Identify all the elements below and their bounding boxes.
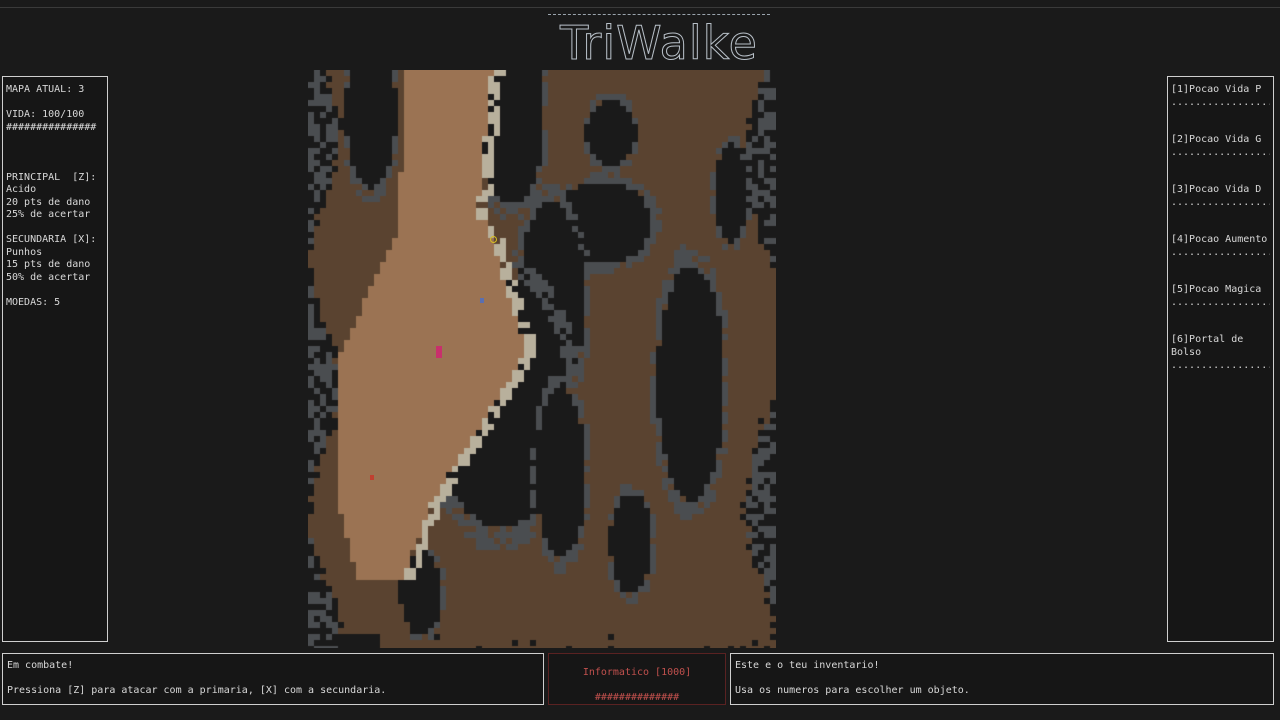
inventory-item-label: [2]Pocao Vida G [1171,134,1262,145]
inventory-help-text: Usa os numeros para escolher um objeto. [735,685,970,696]
primary-weapon-hit-chance: 25% de acertar [6,209,91,220]
inventory-item-label: [5]Pocao Magica [1171,284,1262,295]
combat-instructions-text: Pressiona [Z] para atacar com a primaria… [7,685,387,696]
dot-leader: ................. [1171,97,1270,108]
inventory-item-label: [6]Portal de Bolso [1171,334,1244,358]
game-map [308,70,776,651]
combat-status-text: Em combate! [7,660,74,671]
dot-leader: ................. [1171,297,1270,308]
inventory-item-label: [1]Pocao Vida P [1171,84,1262,95]
inventory-item-label: [3]Pocao Vida D [1171,184,1262,195]
dot-leader: ................. [1171,247,1270,258]
enemy-name: Informatico [1000] [582,667,692,678]
map-terrain [308,70,776,648]
enemy-hp-bar: ############## [594,692,680,703]
coin-icon [490,236,497,243]
inventory-panel: [1]Pocao Vida P .................X0 [2]P… [1167,76,1274,642]
inventory-item[interactable]: [1]Pocao Vida P .................X0 [1171,83,1270,133]
inventory-item[interactable]: [6]Portal de Bolso .................X0 [1171,333,1270,383]
life-bar: ############### [6,121,97,133]
dot-leader: ................. [1171,147,1270,158]
current-map-label: MAPA ATUAL: 3 [6,84,85,95]
inventory-item-label: [4]Pocao Aumento [1171,234,1268,245]
stats-panel: MAPA ATUAL: 3 VIDA: 100/100 #############… [2,76,108,642]
primary-weapon-name: Acido [6,184,37,195]
combat-message-box: Em combate! Pressiona [Z] para atacar co… [2,653,544,705]
top-divider [0,7,1280,8]
inventory-message-box: Este e o teu inventario! Usa os numeros … [730,653,1274,705]
secondary-weapon-name: Punhos [6,246,43,258]
inventory-item[interactable]: [5]Pocao Magica .................X1 [1171,283,1270,333]
inventory-help-title: Este e o teu inventario! [735,660,880,671]
dot-leader: ................. [1171,197,1270,208]
inventory-item[interactable]: [3]Pocao Vida D .................X0 [1171,183,1270,233]
item-icon [480,298,484,303]
secondary-weapon-header: SECUNDARIA [X]: [6,234,97,245]
enemy-panel: Informatico [1000] ############## [548,653,726,705]
secondary-weapon-damage: 15 pts de dano [6,259,91,270]
inventory-item[interactable]: [4]Pocao Aumento .................X1 [1171,233,1270,283]
life-label: VIDA: 100/100 [6,109,85,120]
dot-leader: ................. [1171,360,1270,371]
primary-weapon-damage: 20 pts de dano [6,196,91,208]
primary-weapon-header: PRINCIPAL [Z]: [6,171,97,183]
coins-label: MOEDAS: 5 [6,296,61,308]
player-icon [436,346,442,358]
enemy-icon [370,475,374,480]
inventory-item[interactable]: [2]Pocao Vida G .................X0 [1171,133,1270,183]
secondary-weapon-hit-chance: 50% de acertar [6,271,91,283]
game-title: TriWalke [548,14,770,71]
